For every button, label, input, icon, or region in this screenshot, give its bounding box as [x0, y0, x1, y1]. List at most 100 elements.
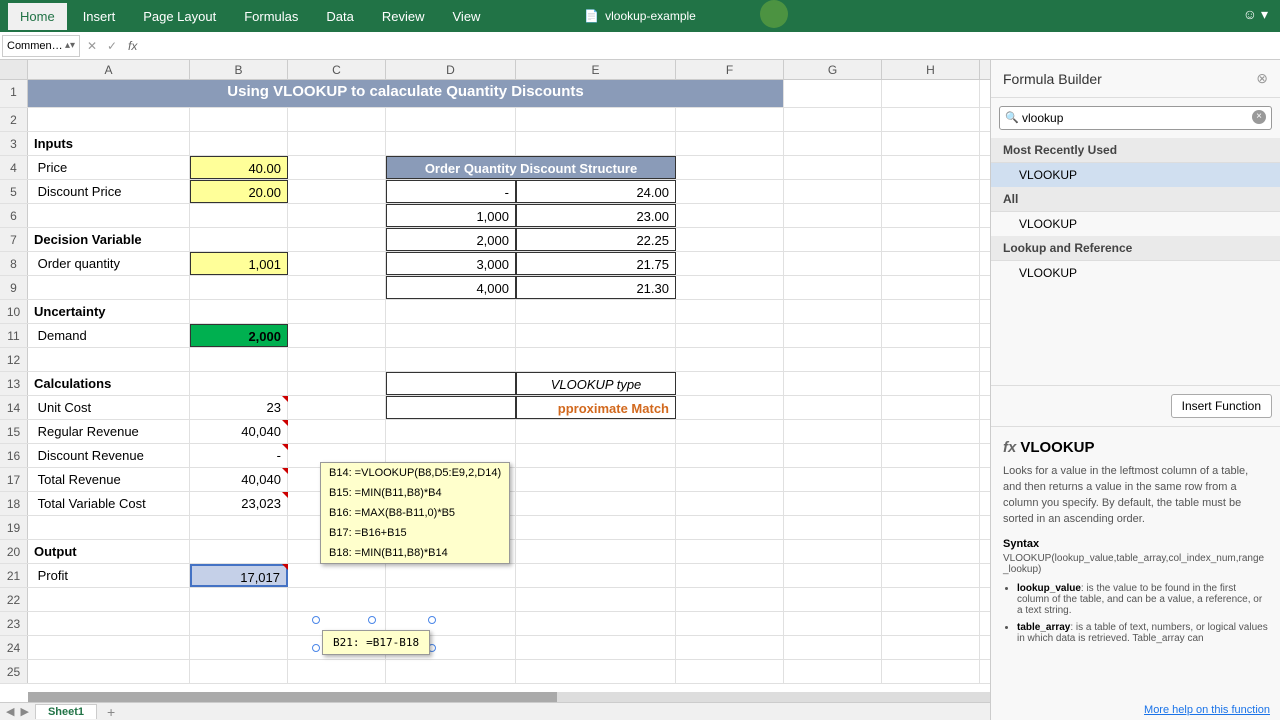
name-box[interactable]: Commen…▴▾ — [2, 35, 80, 57]
cell-E16[interactable] — [516, 444, 676, 467]
cell-G20[interactable] — [784, 540, 882, 563]
cell-C22[interactable] — [288, 588, 386, 611]
cell-C10[interactable] — [288, 300, 386, 323]
tab-data[interactable]: Data — [314, 3, 365, 30]
cell-C15[interactable] — [288, 420, 386, 443]
col-header-c[interactable]: C — [288, 60, 386, 79]
cell-D2[interactable] — [386, 108, 516, 131]
sheet-tab-1[interactable]: Sheet1 — [35, 704, 97, 719]
cell-B25[interactable] — [190, 660, 288, 683]
tab-view[interactable]: View — [441, 3, 493, 30]
cell-G11[interactable] — [784, 324, 882, 347]
cell-E15[interactable] — [516, 420, 676, 443]
cell-A3[interactable]: Inputs — [28, 132, 190, 155]
cell-E22[interactable] — [516, 588, 676, 611]
tab-home[interactable]: Home — [8, 3, 67, 30]
cell-H3[interactable] — [882, 132, 980, 155]
cell-G22[interactable] — [784, 588, 882, 611]
col-header-e[interactable]: E — [516, 60, 676, 79]
cell-G25[interactable] — [784, 660, 882, 683]
cell-G3[interactable] — [784, 132, 882, 155]
cell-G21[interactable] — [784, 564, 882, 587]
cell-H10[interactable] — [882, 300, 980, 323]
cell-B16[interactable]: - — [190, 444, 288, 467]
cell-D3[interactable] — [386, 132, 516, 155]
cell-F2[interactable] — [676, 108, 784, 131]
cell-E12[interactable] — [516, 348, 676, 371]
cell-E3[interactable] — [516, 132, 676, 155]
cell-B15[interactable]: 40,040 — [190, 420, 288, 443]
feedback-icon[interactable]: ☺ ▾ — [1243, 6, 1268, 23]
cell-D10[interactable] — [386, 300, 516, 323]
cell-G2[interactable] — [784, 108, 882, 131]
row-header-22[interactable]: 22 — [0, 588, 28, 611]
function-search-input[interactable] — [999, 106, 1272, 130]
cell-H22[interactable] — [882, 588, 980, 611]
tab-page-layout[interactable]: Page Layout — [131, 3, 228, 30]
clear-search-icon[interactable]: × — [1252, 110, 1266, 124]
cell-F20[interactable] — [676, 540, 784, 563]
cell-A19[interactable] — [28, 516, 190, 539]
horizontal-scrollbar[interactable] — [28, 692, 990, 702]
cell-A12[interactable] — [28, 348, 190, 371]
cell-B20[interactable] — [190, 540, 288, 563]
cell-F22[interactable] — [676, 588, 784, 611]
comment-b21[interactable]: B21: =B17-B18 — [322, 630, 430, 655]
cell-C11[interactable] — [288, 324, 386, 347]
cell-E24[interactable] — [516, 636, 676, 659]
add-sheet-icon[interactable]: + — [107, 704, 115, 720]
cell-B12[interactable] — [190, 348, 288, 371]
cell-B24[interactable] — [190, 636, 288, 659]
cell-F24[interactable] — [676, 636, 784, 659]
cell-H23[interactable] — [882, 612, 980, 635]
cell-G19[interactable] — [784, 516, 882, 539]
cell-A25[interactable] — [28, 660, 190, 683]
cell-B3[interactable] — [190, 132, 288, 155]
fn-vlookup-all[interactable]: VLOOKUP — [991, 212, 1280, 236]
cell-F11[interactable] — [676, 324, 784, 347]
row-header-23[interactable]: 23 — [0, 612, 28, 635]
select-all-corner[interactable] — [0, 60, 28, 79]
cell-E19[interactable] — [516, 516, 676, 539]
sheet-nav-prev[interactable]: ◀ — [6, 705, 14, 718]
cell-E20[interactable] — [516, 540, 676, 563]
cell-A18[interactable]: Total Variable Cost — [28, 492, 190, 515]
cell-F12[interactable] — [676, 348, 784, 371]
cell-E10[interactable] — [516, 300, 676, 323]
cell-A2[interactable] — [28, 108, 190, 131]
col-header-d[interactable]: D — [386, 60, 516, 79]
cell-G23[interactable] — [784, 612, 882, 635]
spreadsheet-grid[interactable]: A B C D E F G H 1Using VLOOKUP to calacu… — [0, 60, 990, 720]
cell-F25[interactable] — [676, 660, 784, 683]
cell-E11[interactable] — [516, 324, 676, 347]
fn-vlookup-recent[interactable]: VLOOKUP — [991, 163, 1280, 187]
col-header-b[interactable]: B — [190, 60, 288, 79]
cell-G15[interactable] — [784, 420, 882, 443]
cell-B2[interactable] — [190, 108, 288, 131]
row-header-24[interactable]: 24 — [0, 636, 28, 659]
row-header-11[interactable]: 11 — [0, 324, 28, 347]
cell-G24[interactable] — [784, 636, 882, 659]
cell-H2[interactable] — [882, 108, 980, 131]
cell-B11[interactable]: 2,000 — [190, 324, 288, 347]
sheet-nav-next[interactable]: ▶ — [20, 705, 28, 718]
cell-A11[interactable]: Demand — [28, 324, 190, 347]
row-header-3[interactable]: 3 — [0, 132, 28, 155]
cell-G18[interactable] — [784, 492, 882, 515]
cell-C21[interactable] — [288, 564, 386, 587]
cell-B10[interactable] — [190, 300, 288, 323]
cell-D22[interactable] — [386, 588, 516, 611]
cell-H20[interactable] — [882, 540, 980, 563]
sheet-title[interactable]: Using VLOOKUP to calaculate Quantity Dis… — [28, 80, 784, 107]
cell-F10[interactable] — [676, 300, 784, 323]
cell-D21[interactable] — [386, 564, 516, 587]
cell-H24[interactable] — [882, 636, 980, 659]
cell-E23[interactable] — [516, 612, 676, 635]
col-header-f[interactable]: F — [676, 60, 784, 79]
cell-F21[interactable] — [676, 564, 784, 587]
cell-F15[interactable] — [676, 420, 784, 443]
tab-review[interactable]: Review — [370, 3, 437, 30]
cell-D25[interactable] — [386, 660, 516, 683]
cell-H16[interactable] — [882, 444, 980, 467]
cell-B19[interactable] — [190, 516, 288, 539]
